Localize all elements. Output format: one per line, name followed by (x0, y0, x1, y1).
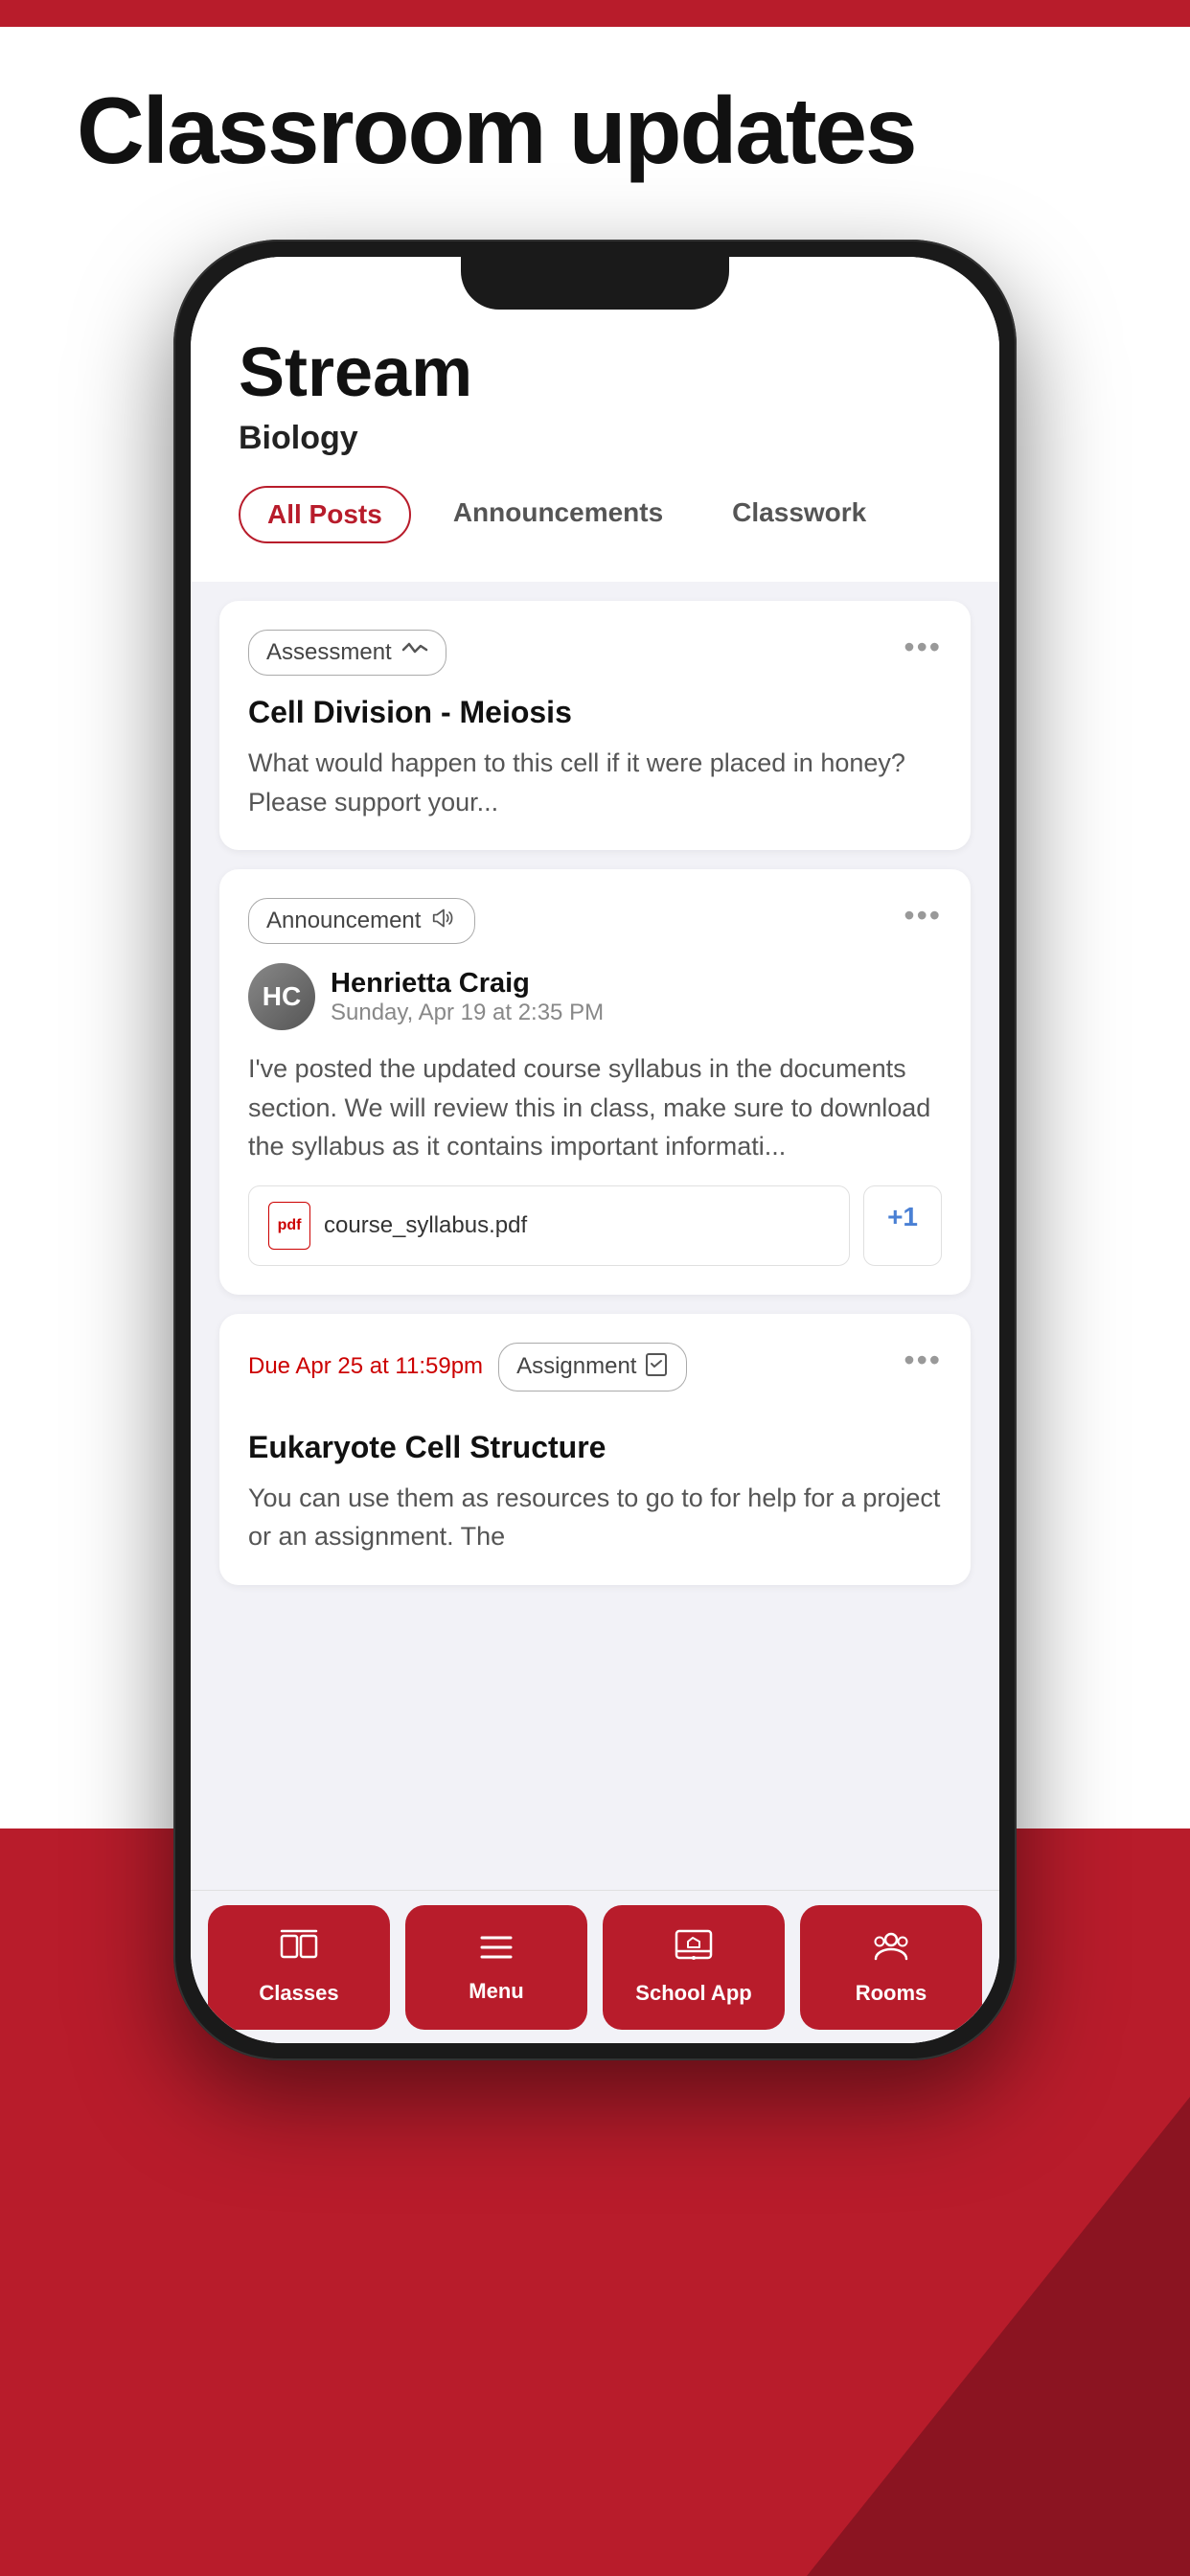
phone-screen: Stream Biology All Posts Announcements C… (191, 257, 999, 2043)
nav-rooms-label: Rooms (856, 1981, 927, 2006)
assessment-icon (401, 638, 428, 667)
nav-menu[interactable]: Menu (405, 1905, 587, 2030)
megaphone-icon (430, 907, 457, 935)
nav-rooms[interactable]: Rooms (800, 1905, 982, 2030)
post-title-1: Cell Division - Meiosis (248, 695, 942, 730)
post-meta-row: Due Apr 25 at 11:59pm Assignment (248, 1343, 687, 1392)
posts-area: Assessment ••• Cell Division - Meiosis W… (191, 582, 999, 1604)
assignment-tag: Assignment (498, 1343, 687, 1392)
nav-school-app[interactable]: School App (603, 1905, 785, 2030)
attachment-plus-count[interactable]: +1 (863, 1185, 942, 1266)
assessment-tag: Assessment (248, 630, 446, 676)
author-info: Henrietta Craig Sunday, Apr 19 at 2:35 P… (331, 968, 604, 1026)
author-name: Henrietta Craig (331, 968, 604, 1000)
bottom-shape-decoration (807, 2097, 1190, 2576)
nav-menu-label: Menu (469, 1979, 523, 2004)
bottom-nav: Classes Menu (191, 1890, 999, 2043)
rooms-icon (871, 1928, 911, 1973)
phone-notch (461, 257, 729, 310)
nav-school-app-label: School App (635, 1981, 751, 2006)
tab-announcements[interactable]: Announcements (426, 486, 690, 543)
avatar: HC (248, 963, 315, 1030)
assignment-icon (644, 1351, 669, 1383)
nav-classes-label: Classes (259, 1981, 338, 2006)
post-body-2: I've posted the updated course syllabus … (248, 1049, 942, 1166)
author-row: HC Henrietta Craig Sunday, Apr 19 at 2:3… (248, 963, 942, 1030)
post-body-1: What would happen to this cell if it wer… (248, 744, 942, 821)
school-app-icon (674, 1928, 714, 1973)
post-card-header-3: Due Apr 25 at 11:59pm Assignment (248, 1343, 942, 1411)
post-card-header-1: Assessment ••• (248, 630, 942, 676)
class-subtitle: Biology (239, 420, 951, 457)
announcement-tag: Announcement (248, 898, 475, 944)
post-card-announcement: Announcement ••• (219, 869, 971, 1295)
pdf-icon: pdf (268, 1202, 310, 1250)
top-status-bar (0, 0, 1190, 27)
filter-tabs: All Posts Announcements Classwork (239, 486, 951, 553)
phone-frame: Stream Biology All Posts Announcements C… (173, 240, 1017, 2060)
post-card-assignment: Due Apr 25 at 11:59pm Assignment (219, 1314, 971, 1585)
screen-content: Stream Biology All Posts Announcements C… (191, 257, 999, 2043)
post-card-assessment: Assessment ••• Cell Division - Meiosis W… (219, 601, 971, 850)
nav-classes[interactable]: Classes (208, 1905, 390, 2030)
more-options-button-2[interactable]: ••• (904, 898, 942, 933)
attachments-row: pdf course_syllabus.pdf +1 (248, 1185, 942, 1266)
menu-icon (478, 1931, 515, 1971)
more-options-button-3[interactable]: ••• (904, 1343, 942, 1378)
post-card-header-2: Announcement ••• (248, 898, 942, 944)
more-options-button-1[interactable]: ••• (904, 630, 942, 665)
page-title: Classroom updates (77, 77, 915, 185)
phone-mockup: Stream Biology All Posts Announcements C… (173, 240, 1017, 2060)
tab-classwork[interactable]: Classwork (705, 486, 893, 543)
attachment-item[interactable]: pdf course_syllabus.pdf (248, 1185, 850, 1266)
due-date-label: Due Apr 25 at 11:59pm (248, 1353, 483, 1380)
post-body-3: You can use them as resources to go to f… (248, 1479, 942, 1556)
stream-title: Stream (239, 334, 951, 412)
tab-all-posts[interactable]: All Posts (239, 486, 411, 543)
post-title-3: Eukaryote Cell Structure (248, 1430, 942, 1465)
author-date: Sunday, Apr 19 at 2:35 PM (331, 1000, 604, 1026)
attachment-name: course_syllabus.pdf (324, 1212, 527, 1239)
classes-icon (279, 1928, 319, 1973)
